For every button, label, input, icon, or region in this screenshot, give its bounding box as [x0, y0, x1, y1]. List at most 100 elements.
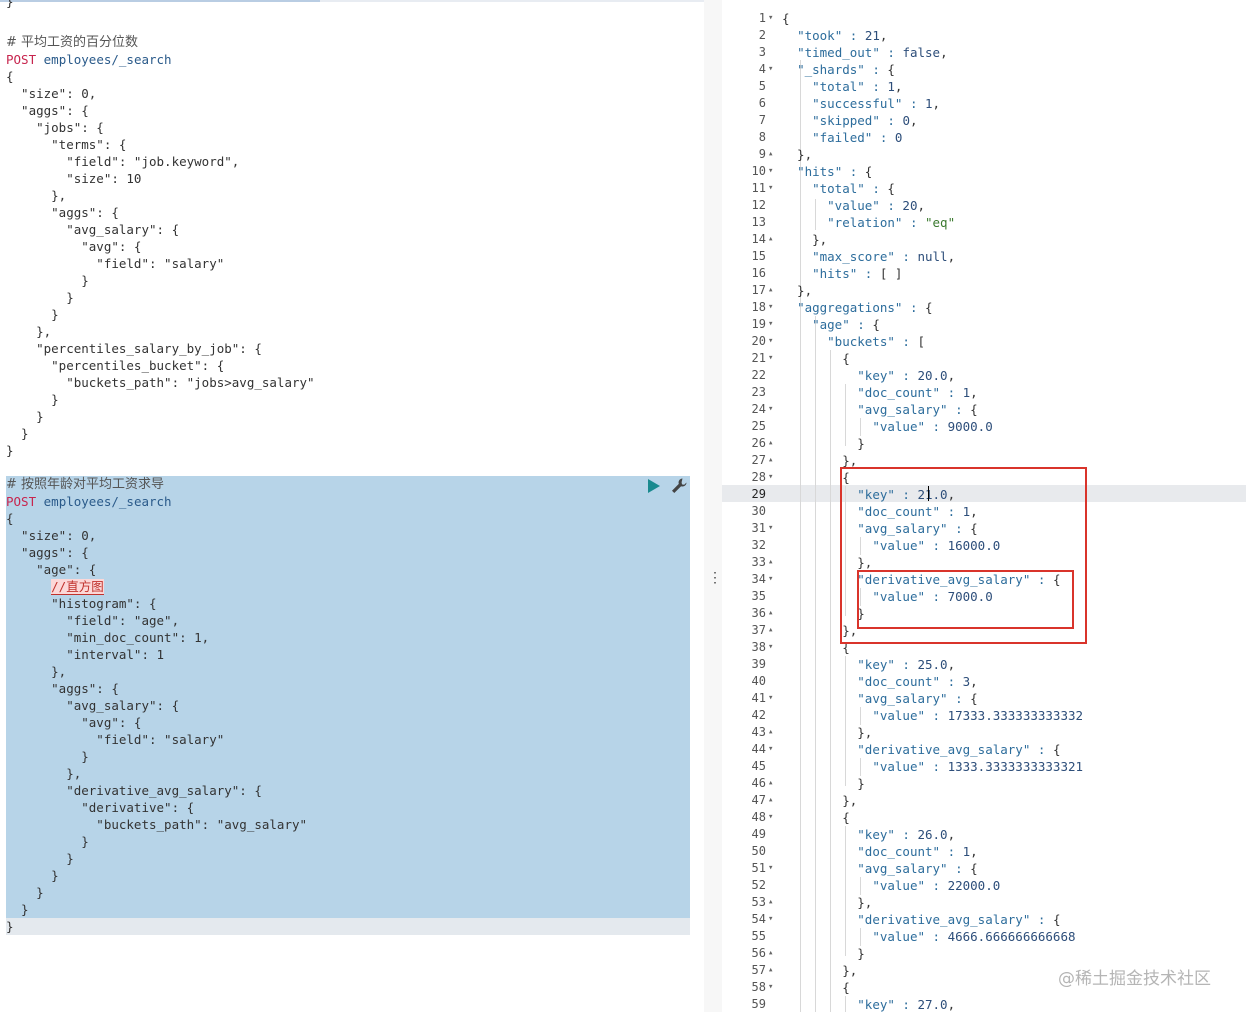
- response-line: "key" : 27.0,: [857, 997, 956, 1012]
- response-line: "value" : 17333.333333333332: [872, 708, 1084, 723]
- fold-collapse-icon[interactable]: ▾: [768, 316, 778, 333]
- code-line: "size": 0,: [6, 86, 97, 101]
- fold-collapse-icon[interactable]: ▾: [768, 979, 778, 996]
- line-number: 13: [751, 215, 766, 229]
- line-number: 22: [751, 368, 766, 382]
- response-line: "doc_count" : 1,: [857, 844, 978, 859]
- line-number: 4: [758, 62, 766, 76]
- fold-collapse-icon[interactable]: ▾: [768, 860, 778, 877]
- response-line: },: [782, 283, 813, 298]
- response-line: "avg_salary" : {: [857, 861, 978, 876]
- fold-expand-icon[interactable]: ▴: [768, 554, 778, 571]
- line-number: 56: [751, 946, 766, 960]
- fold-expand-icon[interactable]: ▴: [768, 775, 778, 792]
- watermark: @稀土掘金技术社区: [1058, 969, 1211, 989]
- code-line: "aggs": {: [6, 681, 119, 696]
- line-number: 36: [751, 606, 766, 620]
- code-line: "min_doc_count": 1,: [6, 630, 210, 645]
- request-editor[interactable]: } # 平均工资的百分位数 POST employees/_search { "siz…: [0, 0, 700, 1012]
- code-line: "avg": {: [6, 715, 142, 730]
- request-comment: # 按照年龄对平均工资求导: [6, 477, 165, 492]
- line-number: 34: [751, 572, 766, 586]
- code-line: "avg_salary": {: [6, 698, 180, 713]
- fold-collapse-icon[interactable]: ▾: [768, 911, 778, 928]
- fold-collapse-icon[interactable]: ▾: [768, 61, 778, 78]
- response-line: },: [782, 963, 858, 978]
- response-line: "hits" : {: [797, 164, 873, 179]
- fold-collapse-icon[interactable]: ▾: [768, 639, 778, 656]
- fold-expand-icon[interactable]: ▴: [768, 605, 778, 622]
- code-line: "aggs": {: [6, 205, 119, 220]
- fold-expand-icon[interactable]: ▴: [768, 435, 778, 452]
- line-number: 12: [751, 198, 766, 212]
- line-number: 54: [751, 912, 766, 926]
- fold-collapse-icon[interactable]: ▾: [768, 350, 778, 367]
- line-number: 55: [751, 929, 766, 943]
- line-number-gutter: 1 ▾ 2 3 4 ▾ 5 6 7 8 9 ▴ 10 ▾ 11 ▾ 12 13 14 ▴ 15 16 17 ▴ 18 ▾ 19 ▾ 20…: [722, 0, 778, 1012]
- response-line: "doc_count" : 1,: [857, 504, 978, 519]
- line-number: 52: [751, 878, 766, 892]
- line-number: 37: [751, 623, 766, 637]
- pane-resize-handle[interactable]: ⋮: [708, 570, 722, 588]
- response-line: "total" : 1,: [812, 79, 903, 94]
- fold-expand-icon[interactable]: ▴: [768, 231, 778, 248]
- code-line: "aggs": {: [6, 103, 89, 118]
- fold-collapse-icon[interactable]: ▾: [768, 163, 778, 180]
- code-line: "field": "salary": [6, 256, 225, 271]
- response-line: "total" : {: [812, 181, 895, 196]
- fold-expand-icon[interactable]: ▴: [768, 945, 778, 962]
- pane-divider[interactable]: [704, 0, 723, 1012]
- line-number: 26: [751, 436, 766, 450]
- fold-collapse-icon[interactable]: ▾: [768, 741, 778, 758]
- line-number: 48: [751, 810, 766, 824]
- code-line: "age": {: [6, 562, 97, 577]
- response-line: "avg_salary" : {: [857, 691, 978, 706]
- fold-collapse-icon[interactable]: ▾: [768, 520, 778, 537]
- fold-expand-icon[interactable]: ▴: [768, 452, 778, 469]
- run-request-button[interactable]: [646, 478, 662, 494]
- fold-expand-icon[interactable]: ▴: [768, 792, 778, 809]
- response-line: {: [782, 640, 850, 655]
- code-line: "percentiles_salary_by_job": {: [6, 341, 262, 356]
- code-line: {: [6, 69, 14, 84]
- fold-collapse-icon[interactable]: ▾: [768, 10, 778, 27]
- code-line: }: [6, 443, 14, 458]
- code-line: },: [6, 188, 67, 203]
- response-viewer: 1 ▾ 2 3 4 ▾ 5 6 7 8 9 ▴ 10 ▾ 11 ▾ 12 13 14 ▴ 15 16 17 ▴ 18 ▾ 19 ▾ 20…: [722, 0, 1246, 1012]
- fold-collapse-icon[interactable]: ▾: [768, 690, 778, 707]
- line-number: 44: [751, 742, 766, 756]
- line-number: 21: [751, 351, 766, 365]
- response-line: "key" : 25.0,: [857, 657, 956, 672]
- response-line: {: [782, 810, 850, 825]
- code-line: "jobs": {: [6, 120, 104, 135]
- code-line: },: [6, 324, 52, 339]
- line-number: 3: [758, 45, 766, 59]
- fold-expand-icon[interactable]: ▴: [768, 282, 778, 299]
- fold-expand-icon[interactable]: ▴: [768, 146, 778, 163]
- fold-collapse-icon[interactable]: ▾: [768, 299, 778, 316]
- line-number: 47: [751, 793, 766, 807]
- request-comment: # 平均工资的百分位数: [6, 35, 139, 50]
- response-line: {: [782, 980, 850, 995]
- line-number: 18: [751, 300, 766, 314]
- fold-expand-icon[interactable]: ▴: [768, 962, 778, 979]
- request-settings-button[interactable]: [670, 477, 688, 495]
- code-line: }: [6, 273, 89, 288]
- fold-collapse-icon[interactable]: ▾: [768, 809, 778, 826]
- fold-expand-icon[interactable]: ▴: [768, 724, 778, 741]
- line-number: 51: [751, 861, 766, 875]
- fold-expand-icon[interactable]: ▴: [768, 622, 778, 639]
- line-number: 43: [751, 725, 766, 739]
- request-line: POST employees/_search: [6, 493, 172, 510]
- fold-collapse-icon[interactable]: ▾: [768, 401, 778, 418]
- fold-collapse-icon[interactable]: ▾: [768, 333, 778, 350]
- fold-collapse-icon[interactable]: ▾: [768, 469, 778, 486]
- line-number: 19: [751, 317, 766, 331]
- fold-collapse-icon[interactable]: ▾: [768, 180, 778, 197]
- code-line: "buckets_path": "avg_salary": [6, 817, 308, 832]
- response-line: }: [782, 436, 865, 451]
- line-number: 7: [758, 113, 766, 127]
- response-line: {: [782, 470, 850, 485]
- fold-expand-icon[interactable]: ▴: [768, 894, 778, 911]
- fold-collapse-icon[interactable]: ▾: [768, 571, 778, 588]
